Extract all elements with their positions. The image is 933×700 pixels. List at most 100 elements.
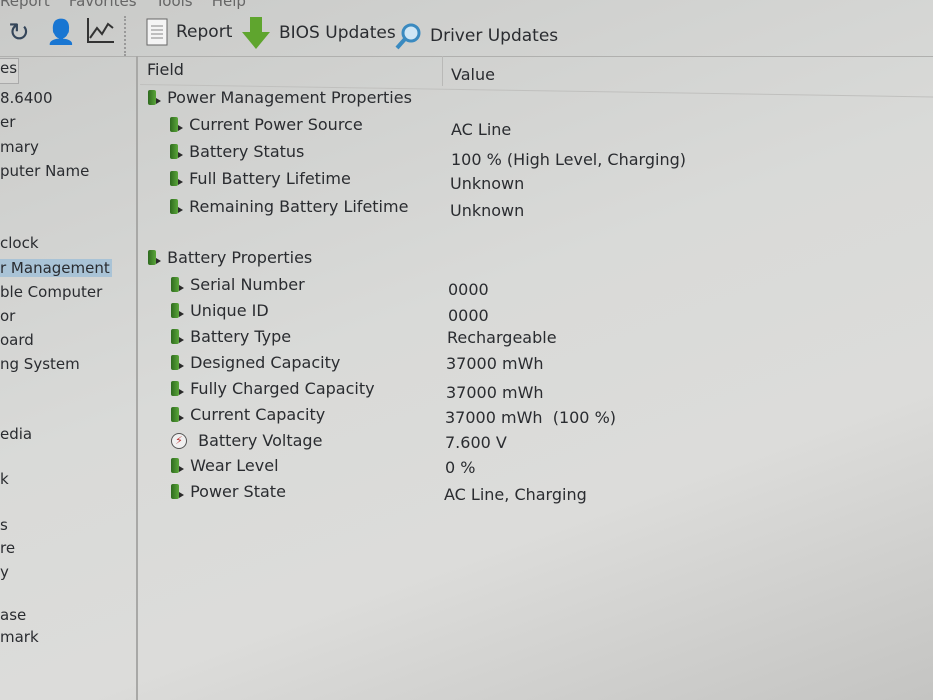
bios-updates-button[interactable]: BIOS Updates xyxy=(241,16,396,50)
driver-updates-label: Driver Updates xyxy=(430,26,559,46)
column-header-value[interactable]: Value xyxy=(451,65,495,84)
battery-icon xyxy=(171,355,184,370)
field-value: 7.600 V xyxy=(445,433,507,452)
sidebar-item[interactable]: mary xyxy=(0,138,39,156)
battery-icon xyxy=(171,277,184,292)
field-value: 37000 mWh (100 %) xyxy=(445,408,617,427)
field-label: Battery Type xyxy=(190,327,292,346)
menu-report[interactable]: Report xyxy=(0,0,50,10)
sidebar-item[interactable]: s xyxy=(0,516,8,534)
battery-icon xyxy=(171,407,184,422)
toolbar: ↻ 👤 Report BIOS Updates Driver Updates xyxy=(0,10,933,57)
voltage-icon: ⚡ xyxy=(171,432,187,449)
driver-updates-button[interactable]: Driver Updates xyxy=(394,22,558,50)
field-label: Current Capacity xyxy=(190,405,326,424)
field-row[interactable]: Serial Number xyxy=(171,275,305,294)
battery-icon xyxy=(170,144,183,159)
sidebar-item[interactable]: or xyxy=(0,307,15,325)
battery-icon xyxy=(170,171,183,186)
sidebar-item[interactable]: clock xyxy=(0,234,39,252)
battery-icon xyxy=(171,484,184,499)
menu-bar: Report Favorites Tools Help xyxy=(0,0,933,10)
column-header-field[interactable]: Field xyxy=(147,60,184,79)
group-title: Battery Properties xyxy=(167,248,313,267)
field-value: Rechargeable xyxy=(447,328,557,347)
battery-icon xyxy=(148,90,161,105)
field-row[interactable]: Designed Capacity xyxy=(171,353,340,372)
field-label: Serial Number xyxy=(190,275,305,294)
sidebar-item[interactable]: y xyxy=(0,563,9,581)
sidebar-item[interactable]: ase xyxy=(0,606,26,624)
field-value: 37000 mWh xyxy=(446,354,544,373)
toolbar-separator xyxy=(124,16,128,56)
battery-icon xyxy=(148,250,161,265)
field-row[interactable]: Full Battery Lifetime xyxy=(170,169,351,188)
group-row[interactable]: Power Management Properties xyxy=(148,88,412,107)
group-row[interactable]: Battery Properties xyxy=(148,248,312,267)
menu-help[interactable]: Help xyxy=(212,0,246,10)
field-row[interactable]: Fully Charged Capacity xyxy=(171,379,375,398)
sidebar-item[interactable]: puter Name xyxy=(0,162,89,180)
field-label: Remaining Battery Lifetime xyxy=(189,197,409,216)
sidebar-item[interactable]: er xyxy=(0,113,15,131)
sidebar-item[interactable]: k xyxy=(0,470,9,488)
battery-icon xyxy=(171,381,184,396)
report-icon xyxy=(146,18,168,46)
field-label: Battery Status xyxy=(189,142,305,161)
sidebar-item[interactable]: r Management xyxy=(0,259,112,277)
field-value: AC Line xyxy=(451,120,512,139)
field-label: Power State xyxy=(190,482,286,501)
field-value: Unknown xyxy=(450,174,525,193)
field-label: Battery Voltage xyxy=(198,431,323,450)
field-row[interactable]: Battery Type xyxy=(171,327,291,346)
group-title: Power Management Properties xyxy=(167,88,412,107)
download-arrow-icon xyxy=(242,17,270,49)
sidebar-item[interactable]: mark xyxy=(0,628,39,646)
refresh-icon[interactable]: ↻ xyxy=(8,18,30,48)
field-row[interactable]: Remaining Battery Lifetime xyxy=(170,197,408,216)
battery-icon xyxy=(171,303,184,318)
field-value: AC Line, Charging xyxy=(444,485,587,504)
field-row[interactable]: Wear Level xyxy=(171,456,279,475)
sidebar-item[interactable]: oard xyxy=(0,331,34,349)
report-label: Report xyxy=(176,22,233,42)
details-pane: Field Value Power Management Properties … xyxy=(139,56,933,700)
battery-icon xyxy=(171,329,184,344)
field-value: 100 % (High Level, Charging) xyxy=(451,150,686,169)
field-label: Current Power Source xyxy=(189,115,363,134)
sidebar-tab[interactable]: es xyxy=(0,58,19,84)
sidebar-item[interactable]: 8.6400 xyxy=(0,89,53,107)
sidebar-item[interactable]: ng System xyxy=(0,355,80,373)
field-row[interactable]: Current Power Source xyxy=(170,115,363,134)
battery-icon xyxy=(170,117,183,132)
field-value: Unknown xyxy=(450,201,525,220)
field-label: Designed Capacity xyxy=(190,353,341,372)
bios-updates-label: BIOS Updates xyxy=(279,23,396,43)
field-label: Unique ID xyxy=(190,301,269,320)
chart-icon[interactable] xyxy=(86,16,116,44)
menu-favorites[interactable]: Favorites xyxy=(69,0,137,10)
battery-icon xyxy=(170,199,183,214)
sidebar-item[interactable]: ble Computer xyxy=(0,283,102,301)
sidebar-item[interactable]: edia xyxy=(0,425,32,443)
sidebar-tree: es 8.6400 er mary puter Name clock r Manageme… xyxy=(0,56,138,700)
sidebar-item[interactable]: re xyxy=(0,539,15,557)
field-label: Full Battery Lifetime xyxy=(189,169,351,188)
menu-tools[interactable]: Tools xyxy=(156,0,193,10)
field-label: Fully Charged Capacity xyxy=(190,379,375,398)
field-value: 37000 mWh xyxy=(446,383,544,402)
magnifier-icon xyxy=(395,23,421,50)
field-value: 0000 xyxy=(448,306,489,325)
report-button[interactable]: Report xyxy=(146,18,232,46)
field-row[interactable]: Power State xyxy=(171,482,286,501)
field-row[interactable]: Current Capacity xyxy=(171,405,325,424)
user-icon[interactable]: 👤 xyxy=(46,18,76,46)
field-value: 0 % xyxy=(445,458,476,477)
field-value: 0000 xyxy=(448,280,489,299)
battery-icon xyxy=(171,458,184,473)
field-row[interactable]: Unique ID xyxy=(171,301,269,320)
field-label: Wear Level xyxy=(190,456,279,475)
column-divider[interactable] xyxy=(442,56,443,86)
field-row[interactable]: ⚡ Battery Voltage xyxy=(171,431,322,450)
field-row[interactable]: Battery Status xyxy=(170,142,304,161)
